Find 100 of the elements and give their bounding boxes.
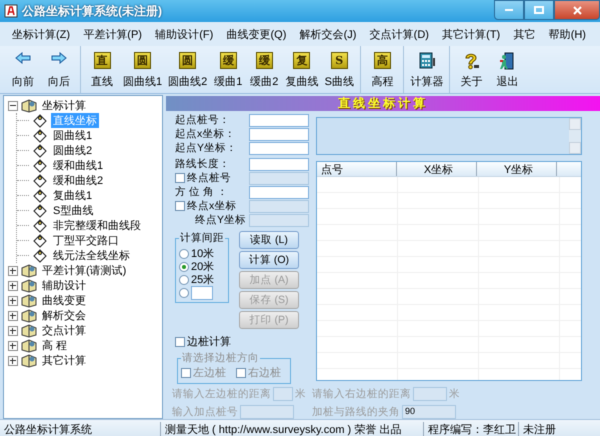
column-header[interactable]: Y坐标 [477, 162, 557, 176]
tree-item[interactable]: S型曲线 [51, 203, 96, 218]
tree-item[interactable]: 丁型平交路口 [51, 233, 121, 248]
left-arrow-icon [15, 52, 31, 64]
toolbar-button[interactable]: 缓 缓曲2 [246, 46, 282, 93]
menu-item[interactable]: 坐标计算(Z) [8, 24, 74, 44]
tree-item[interactable]: 曲线变更 [40, 293, 88, 308]
result-text-area[interactable] [316, 117, 582, 155]
book-icon [21, 338, 37, 352]
menu-item[interactable]: 曲线变更(Q) [222, 24, 290, 44]
maximize-button[interactable] [524, 0, 554, 20]
tree-item[interactable]: 高 程 [40, 338, 70, 353]
input-field[interactable] [249, 128, 309, 140]
field-label: 输入加点桩号 [172, 405, 238, 419]
checkbox[interactable] [175, 336, 185, 346]
tree-item[interactable]: 线元法全线坐标 [51, 248, 132, 263]
toolbar-button[interactable]: 高 高程 [364, 46, 400, 93]
book-icon [21, 98, 37, 112]
unit-label: 米 [449, 387, 460, 401]
close-button[interactable] [554, 0, 600, 20]
toolbar-button[interactable]: 直 直线 [84, 46, 120, 93]
window-title: 公路坐标计算系统(未注册) [22, 2, 162, 20]
tree-item[interactable]: 其它计算 [40, 353, 88, 368]
tree-item[interactable]: 坐标计算 [40, 98, 88, 113]
tag-icon [32, 248, 48, 262]
tree-item[interactable]: 缓和曲线2 [51, 173, 106, 188]
field-label: 加桩与路线的夹角 [312, 405, 400, 419]
radio-button[interactable] [179, 274, 189, 284]
action-button[interactable]: 读取 (L) [239, 231, 299, 249]
input-field[interactable] [191, 286, 213, 300]
toolbar-button[interactable]: 圆 圆曲线2 [165, 46, 210, 93]
book-icon [21, 324, 37, 338]
checkbox-label: 右边桩 [248, 366, 281, 380]
field-label: 起点Y坐标： [175, 141, 238, 155]
toolbar-button[interactable]: 圆 圆曲线1 [120, 46, 166, 93]
toolbar-button[interactable]: 缓 缓曲1 [210, 46, 246, 93]
toolbar-button[interactable]: 向前 [5, 46, 41, 93]
field-label: 起点x坐标： [175, 127, 236, 141]
field-label: 终点Y坐标 [194, 213, 246, 227]
menu-item[interactable]: 解析交会(J) [296, 24, 360, 44]
tree-item[interactable]: 解析交会 [40, 308, 88, 323]
expander-icon[interactable] [8, 340, 18, 350]
radio-button[interactable] [179, 262, 189, 272]
input-field[interactable] [249, 158, 309, 170]
expander-icon[interactable] [8, 266, 18, 276]
input-field[interactable] [249, 114, 309, 126]
tag-icon [32, 114, 48, 128]
checkbox[interactable] [181, 368, 191, 378]
tree-item[interactable]: 平差计算(请测试) [40, 263, 128, 278]
expander-icon[interactable] [8, 356, 18, 366]
field-label: 方 位 角 ： [175, 185, 228, 199]
menu-item[interactable]: 帮助(H) [544, 24, 590, 44]
menu-item[interactable]: 其它计算(T) [438, 24, 504, 44]
glyph-icon: S [330, 52, 348, 69]
status-text: 测量天地 ( http://www.surveysky.com ) 荣誉 出品 [161, 422, 424, 436]
tag-icon [32, 188, 48, 202]
maximize-icon [534, 6, 544, 14]
tree-item[interactable]: 复曲线1 [51, 188, 94, 203]
expander-icon[interactable] [8, 296, 18, 306]
column-header[interactable]: X坐标 [397, 162, 477, 176]
toolbar-button[interactable]: S S曲线 [321, 46, 358, 93]
tree-item[interactable]: 圆曲线1 [51, 128, 94, 143]
tree-item[interactable]: 非完整缓和曲线段 [51, 218, 143, 233]
toolbar-button[interactable]: 关于 [453, 46, 490, 93]
toolbar-button[interactable]: 复 复曲线 [282, 46, 322, 93]
menu-item[interactable]: 交点计算(D) [366, 24, 433, 44]
input-field[interactable] [249, 142, 309, 154]
menu-item[interactable]: 其它 [509, 24, 540, 44]
tree-item[interactable]: 圆曲线2 [51, 143, 94, 158]
tree-item[interactable]: 缓和曲线1 [51, 158, 106, 173]
calculator-icon [418, 52, 435, 69]
group-title: 请选择边桩方向 [181, 351, 260, 365]
toolbar-button[interactable]: 计算器 [407, 46, 446, 93]
minimize-button[interactable] [494, 0, 524, 20]
radio-label: 20米 [191, 260, 214, 274]
menu-item[interactable]: 平差计算(P) [79, 24, 146, 44]
column-header[interactable]: 点号 [317, 162, 397, 176]
unit-label: 米 [295, 387, 306, 401]
expander-icon[interactable] [8, 280, 18, 290]
expander-icon[interactable] [8, 100, 18, 110]
expander-icon[interactable] [8, 326, 18, 336]
expander-icon[interactable] [8, 310, 18, 320]
action-button[interactable]: 计算 (O) [239, 251, 299, 269]
field-label: 请输入左边桩的距离 [172, 387, 271, 401]
input-field[interactable] [249, 186, 309, 198]
menu-item[interactable]: 辅助设计(F) [151, 24, 218, 44]
radio-button[interactable] [179, 248, 189, 258]
field-label: 请输入右边桩的距离 [312, 387, 411, 401]
radio-button[interactable] [179, 288, 189, 298]
field-label: 路线长度： [175, 157, 230, 171]
checkbox[interactable] [236, 368, 246, 378]
tree-item[interactable]: 交点计算 [40, 323, 88, 338]
checkbox-label: 边桩计算 [187, 334, 231, 349]
scrollbar[interactable] [569, 118, 581, 154]
toolbar-button[interactable]: 向后 [41, 46, 77, 93]
panel-title: 直线坐标计算 [166, 96, 600, 111]
toolbar-button[interactable]: 退出 [489, 46, 526, 93]
tree-item[interactable]: 辅助设计 [40, 278, 88, 293]
glyph-icon: 直 [94, 52, 110, 69]
checkbox-label: 左边桩 [193, 366, 226, 380]
